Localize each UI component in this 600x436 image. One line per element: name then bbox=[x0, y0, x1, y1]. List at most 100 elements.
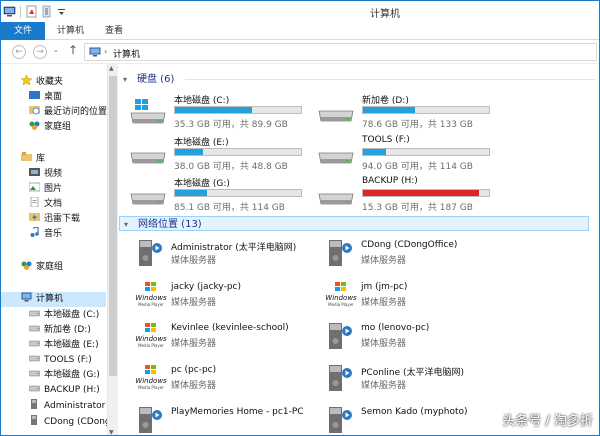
pictures-icon bbox=[28, 182, 41, 192]
address-path[interactable]: 计算机 bbox=[113, 47, 140, 60]
nav-desktop[interactable]: 桌面 bbox=[29, 90, 62, 105]
network-item[interactable]: Windows Media Player Kevinlee (kevinlee-s… bbox=[135, 319, 315, 353]
nav-drive-g[interactable]: 本地磁盘 (G:) bbox=[28, 368, 100, 383]
scroll-up-arrow-icon[interactable]: ▲ bbox=[109, 65, 114, 72]
group-title: 硬盘 (6) bbox=[137, 74, 175, 85]
nav-favorites[interactable]: 收藏夹 bbox=[20, 74, 63, 90]
tab-computer[interactable]: 计算机 bbox=[47, 22, 94, 40]
nav-scrollbar-thumb[interactable] bbox=[109, 76, 117, 376]
network-item-type: 媒体服务器 bbox=[171, 256, 217, 266]
network-item-type: 媒体服务器 bbox=[171, 298, 217, 308]
nav-homegroup[interactable]: 家庭组 bbox=[21, 260, 63, 275]
network-item[interactable]: Windows Media Player pc (pc-pc) 媒体服务器 bbox=[135, 361, 315, 395]
nav-network-administrator[interactable]: Administrator bbox=[29, 399, 105, 414]
watermark: 头条号 / 淘多折 bbox=[502, 414, 593, 429]
windows-media-player-icon: Windows Media Player bbox=[135, 363, 167, 393]
drive-size: 15.3 GB 可用，共 187 GB bbox=[362, 203, 473, 213]
drive-icon bbox=[28, 353, 41, 363]
nav-drive-h[interactable]: BACKUP (H:) bbox=[28, 383, 100, 398]
drive-tile-c[interactable]: 本地磁盘 (C:) 35.3 GB 可用，共 89.9 GB bbox=[129, 93, 307, 131]
drive-tile-d[interactable]: 新加卷 (D:) 78.6 GB 可用，共 133 GB bbox=[317, 93, 495, 131]
drive-name: 本地磁盘 (E:) bbox=[174, 138, 229, 148]
nav-scrollbar[interactable]: ▲ ▼ bbox=[107, 64, 118, 435]
collapse-chevron-icon[interactable]: ▾ bbox=[123, 72, 133, 87]
drive-tile-h[interactable]: BACKUP (H:) 15.3 GB 可用，共 187 GB bbox=[317, 176, 495, 214]
address-box[interactable]: › 计算机 bbox=[84, 43, 597, 61]
group-title: 网络位置 (13) bbox=[138, 219, 202, 230]
nav-thunder-download[interactable]: 迅雷下载 bbox=[29, 212, 80, 227]
up-button[interactable]: ↑ bbox=[68, 43, 78, 57]
nav-label: BACKUP (H:) bbox=[44, 385, 100, 395]
network-item[interactable]: mo (lenovo-pc) 媒体服务器 bbox=[325, 319, 505, 353]
nav-drive-f[interactable]: TOOLS (F:) bbox=[28, 353, 92, 368]
nav-drive-e[interactable]: 本地磁盘 (E:) bbox=[28, 338, 99, 353]
drive-icon bbox=[28, 323, 41, 333]
group-header-network[interactable]: ▾ 网络位置 (13) bbox=[119, 216, 589, 231]
drive-usage-bar bbox=[362, 148, 490, 156]
navigation-pane: 收藏夹 桌面 最近访问的位置 家庭组 库 视频 图片 文档 迅雷下载 音乐 家庭 bbox=[1, 64, 119, 435]
back-button[interactable]: ← bbox=[12, 45, 26, 59]
network-item-name: CDong (CDongOffice) bbox=[361, 240, 458, 250]
star-icon bbox=[20, 74, 33, 86]
drive-icon bbox=[317, 182, 355, 210]
drive-tile-f[interactable]: TOOLS (F:) 94.0 GB 可用，共 114 GB bbox=[317, 135, 495, 173]
nav-documents[interactable]: 文档 bbox=[29, 196, 62, 212]
nav-homegroup-fav[interactable]: 家庭组 bbox=[29, 120, 71, 135]
network-item[interactable]: Windows Media Player jm (jm-pc) 媒体服务器 bbox=[325, 278, 505, 312]
nav-pictures[interactable]: 图片 bbox=[28, 182, 62, 197]
nav-music[interactable]: 音乐 bbox=[29, 226, 62, 242]
network-item-name: Kevinlee (kevinlee-school) bbox=[171, 323, 289, 333]
network-item[interactable]: CDong (CDongOffice) 媒体服务器 bbox=[325, 236, 505, 270]
scroll-down-arrow-icon[interactable]: ▼ bbox=[109, 429, 114, 435]
network-item[interactable]: Windows Media Player jacky (jacky-pc) 媒体服… bbox=[135, 278, 315, 312]
network-item[interactable]: Administrator (太平洋电脑网) 媒体服务器 bbox=[135, 236, 315, 270]
tab-view[interactable]: 查看 bbox=[95, 22, 133, 40]
network-computer-icon bbox=[29, 399, 40, 409]
drive-size: 94.0 GB 可用，共 114 GB bbox=[362, 162, 473, 172]
network-item-name: pc (pc-pc) bbox=[171, 365, 217, 375]
nav-label: 家庭组 bbox=[36, 262, 64, 272]
network-item[interactable]: PlayMemories Home - pc1-PC bbox=[135, 403, 315, 435]
nav-network-cdong[interactable]: CDong (CDong bbox=[29, 415, 111, 430]
nav-drive-d[interactable]: 新加卷 (D:) bbox=[28, 323, 91, 338]
network-item[interactable]: Semon Kado (myphoto) bbox=[325, 403, 505, 435]
collapse-chevron-icon[interactable]: ▾ bbox=[124, 217, 134, 232]
recent-places-icon bbox=[29, 105, 40, 115]
nav-computer[interactable]: 计算机 bbox=[1, 292, 106, 307]
media-server-icon bbox=[325, 363, 357, 393]
wmp-logo-subtext: Media Player bbox=[328, 302, 354, 307]
explorer-window: 计算机 文件 计算机 查看 ← → ⌄ ↑ › 计算机 收藏夹 桌面 最近访问的… bbox=[0, 0, 600, 436]
drive-icon bbox=[317, 99, 355, 127]
group-header-drives[interactable]: ▾ 硬盘 (6) bbox=[119, 72, 174, 87]
forward-button[interactable]: → bbox=[33, 45, 47, 59]
homegroup-icon bbox=[29, 120, 40, 130]
nav-label: 家庭组 bbox=[44, 122, 72, 132]
drive-usage-fill bbox=[363, 149, 386, 155]
nav-recent-places[interactable]: 最近访问的位置 bbox=[29, 105, 107, 120]
drive-usage-bar bbox=[362, 189, 490, 197]
tab-file[interactable]: 文件 bbox=[1, 22, 45, 40]
drive-name: BACKUP (H:) bbox=[362, 176, 418, 186]
ribbon-tabs: 文件 计算机 查看 bbox=[1, 22, 599, 40]
drive-tile-e[interactable]: 本地磁盘 (E:) 38.0 GB 可用，共 48.8 GB bbox=[129, 135, 307, 173]
title-bar: 计算机 bbox=[1, 1, 599, 22]
drive-tile-g[interactable]: 本地磁盘 (G:) 85.1 GB 可用，共 114 GB bbox=[129, 176, 307, 214]
network-item[interactable]: PConline (太平洋电脑网) 媒体服务器 bbox=[325, 361, 505, 395]
network-item-name: Administrator (太平洋电脑网) bbox=[171, 243, 297, 253]
media-server-icon bbox=[135, 405, 167, 435]
drive-usage-fill bbox=[175, 190, 207, 196]
media-server-icon bbox=[325, 405, 357, 435]
media-server-icon bbox=[325, 238, 357, 268]
wmp-logo-subtext: Media Player bbox=[138, 385, 164, 390]
nav-drive-c[interactable]: 本地磁盘 (C:) bbox=[28, 308, 99, 323]
nav-videos[interactable]: 视频 bbox=[29, 167, 62, 182]
drive-icon bbox=[28, 383, 41, 393]
nav-label: 视频 bbox=[44, 169, 63, 179]
network-item-name: PConline (太平洋电脑网) bbox=[361, 368, 465, 378]
drive-usage-bar bbox=[174, 106, 302, 114]
drive-icon bbox=[129, 182, 167, 210]
drive-icon bbox=[129, 141, 167, 169]
nav-libraries[interactable]: 库 bbox=[21, 152, 45, 167]
recent-locations-chevron-icon[interactable]: ⌄ bbox=[53, 46, 59, 54]
media-server-icon bbox=[135, 238, 167, 268]
